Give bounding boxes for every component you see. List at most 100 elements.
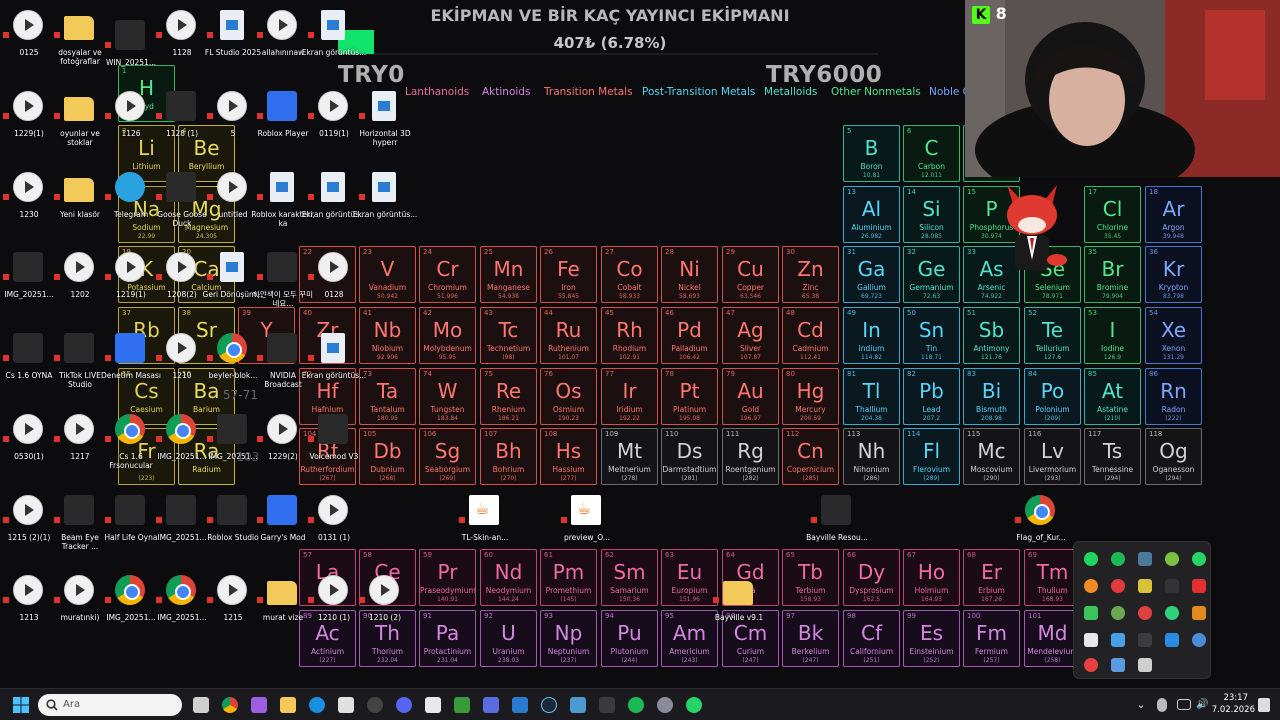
- minecraft-icon[interactable]: [454, 697, 470, 713]
- desktop-icon[interactable]: Flag_of_Kur...: [1012, 493, 1070, 555]
- desktop-icon[interactable]: Bayville Resou...: [806, 493, 868, 555]
- desktop-icon[interactable]: Garry's Mod: [254, 493, 312, 555]
- desktop-icon[interactable]: Horizontal 3D hyperr: [356, 89, 414, 151]
- desktop-icon[interactable]: IMG_20251...: [153, 493, 211, 555]
- clock-time[interactable]: 23:17: [1224, 693, 1249, 703]
- desktop-icon[interactable]: Denetim Masası: [101, 331, 161, 393]
- desktop-icon[interactable]: 1128 (1): [153, 89, 211, 151]
- desktop-icon[interactable]: IMG_20251...: [153, 412, 211, 474]
- app-icon[interactable]: [599, 697, 615, 713]
- desktop-icon[interactable]: allahınınaw: [254, 8, 312, 70]
- desktop-icon[interactable]: 1229(2): [254, 412, 312, 474]
- desktop-icon[interactable]: Voicemod V3: [305, 412, 363, 474]
- desktop-icon[interactable]: 1128: [153, 8, 211, 70]
- desktop-icon[interactable]: Ekran görüntüs...: [302, 331, 366, 393]
- spotify-icon[interactable]: [628, 697, 644, 713]
- desktop-icon[interactable]: Ekran görüntüs...: [353, 170, 417, 232]
- tray-app-icon[interactable]: [1138, 606, 1152, 620]
- tray-app-icon[interactable]: [1138, 633, 1152, 647]
- tray-app-icon[interactable]: [1084, 633, 1098, 647]
- settings-icon[interactable]: [1192, 633, 1206, 647]
- spotify-icon[interactable]: [1111, 552, 1125, 566]
- volume-icon[interactable]: 🔊: [1196, 699, 1208, 711]
- desktop-icon[interactable]: Bayville v9.1: [710, 573, 768, 635]
- tray-app-icon[interactable]: [1111, 606, 1125, 620]
- file-explorer-icon[interactable]: [280, 697, 296, 713]
- chrome-icon[interactable]: [222, 697, 238, 713]
- desktop-icon[interactable]: 1210 (2): [356, 573, 414, 635]
- desktop-icon[interactable]: TL-Skin-an...: [456, 493, 514, 555]
- tray-app-icon[interactable]: [1165, 579, 1179, 593]
- tray-app-icon[interactable]: [1111, 579, 1125, 593]
- store-icon[interactable]: [338, 697, 354, 713]
- app-icon[interactable]: [512, 697, 528, 713]
- desktop-icon[interactable]: Ekran görüntüs...: [302, 170, 366, 232]
- copilot-icon[interactable]: [251, 697, 267, 713]
- desktop-icon[interactable]: 1126: [102, 89, 160, 151]
- app-icon[interactable]: [483, 697, 499, 713]
- element-symbol: Cu: [737, 257, 764, 281]
- tray-app-icon[interactable]: [1084, 579, 1098, 593]
- tray-app-icon[interactable]: [1165, 606, 1179, 620]
- tray-app-icon[interactable]: [1084, 606, 1098, 620]
- clock-date[interactable]: 7.02.2026: [1212, 705, 1255, 715]
- desktop-icon[interactable]: 1219(1): [102, 250, 160, 312]
- desktop-icon[interactable]: Half Life Oyna: [102, 493, 160, 555]
- desktop-icon[interactable]: 1230: [0, 170, 58, 232]
- whatsapp-icon[interactable]: [686, 697, 702, 713]
- tray-app-icon[interactable]: [1138, 579, 1152, 593]
- capcut-icon[interactable]: [425, 697, 441, 713]
- element-number: 24: [423, 248, 432, 256]
- desktop-icon[interactable]: muratınki): [51, 573, 109, 635]
- taskbar-search-box[interactable]: Ara: [38, 694, 182, 716]
- tray-app-icon[interactable]: [1192, 579, 1206, 593]
- settings-icon[interactable]: [657, 697, 673, 713]
- desktop-icon[interactable]: Goose Goose Duck: [153, 170, 211, 232]
- tray-app-icon[interactable]: [1084, 552, 1098, 566]
- tray-app-icon[interactable]: [1138, 552, 1152, 566]
- desktop-icon[interactable]: IMG_20251...: [0, 250, 58, 312]
- desktop-icon[interactable]: 1208(2): [153, 250, 211, 312]
- notification-bell-icon[interactable]: [1258, 698, 1270, 712]
- desktop-icon[interactable]: IMG_20251...: [153, 573, 211, 635]
- desktop-icon[interactable]: IMG_20251...: [102, 573, 160, 635]
- network-icon[interactable]: [1177, 699, 1191, 710]
- xbox-icon[interactable]: [1165, 552, 1179, 566]
- desktop-icon[interactable]: 0131 (1): [305, 493, 363, 555]
- app-icon[interactable]: [570, 697, 586, 713]
- desktop-icon[interactable]: 하얀색이 모두 꾸미네요...: [253, 250, 313, 312]
- desktop-icon[interactable]: murat vize: [254, 573, 312, 635]
- app-icon[interactable]: [367, 697, 383, 713]
- tray-app-icon[interactable]: [1165, 633, 1179, 647]
- desktop-icon[interactable]: Beam Eye Tracker ...: [51, 493, 109, 555]
- tray-app-icon[interactable]: [1192, 606, 1206, 620]
- usb-icon[interactable]: [1138, 658, 1152, 672]
- whatsapp-icon[interactable]: [1192, 552, 1206, 566]
- desktop-icon[interactable]: oyunlar ve stoklar: [51, 89, 109, 151]
- task-view-icon[interactable]: [193, 697, 209, 713]
- desktop-icon[interactable]: Roblox karakteri, ka: [251, 170, 315, 232]
- chevron-up-icon[interactable]: ⌄: [1134, 698, 1148, 712]
- desktop-icon[interactable]: preview_O...: [558, 493, 616, 555]
- edge-icon[interactable]: [309, 697, 325, 713]
- tray-app-icon[interactable]: [1111, 658, 1125, 672]
- desktop-icon[interactable]: Yeni klasör: [51, 170, 109, 232]
- desktop-icon[interactable]: 1210: [153, 331, 211, 393]
- element-name: Californium: [849, 647, 894, 656]
- desktop-icon[interactable]: Ekran görüntüs...: [302, 8, 366, 70]
- discord-icon[interactable]: [396, 697, 412, 713]
- desktop-icon[interactable]: 1202: [51, 250, 109, 312]
- steam-icon[interactable]: [541, 697, 557, 713]
- desktop-icon[interactable]: Cs 1.6 Frsonucular: [102, 412, 160, 474]
- tray-app-icon[interactable]: [1111, 633, 1125, 647]
- desktop-icon[interactable]: 1210 (1): [305, 573, 363, 635]
- desktop-icon[interactable]: 0530(1): [0, 412, 58, 474]
- desktop-icon[interactable]: NVIDIA Broadcast: [254, 331, 312, 393]
- tray-app-icon[interactable]: [1084, 658, 1098, 672]
- microphone-icon[interactable]: [1157, 698, 1167, 712]
- desktop-icon[interactable]: 0128: [305, 250, 363, 312]
- desktop-icon[interactable]: 1213: [0, 573, 58, 635]
- windows-start-icon[interactable]: [13, 697, 29, 713]
- desktop-icon[interactable]: Roblox Player: [254, 89, 312, 151]
- desktop-icon[interactable]: TikTok LIVE Studio: [51, 331, 109, 393]
